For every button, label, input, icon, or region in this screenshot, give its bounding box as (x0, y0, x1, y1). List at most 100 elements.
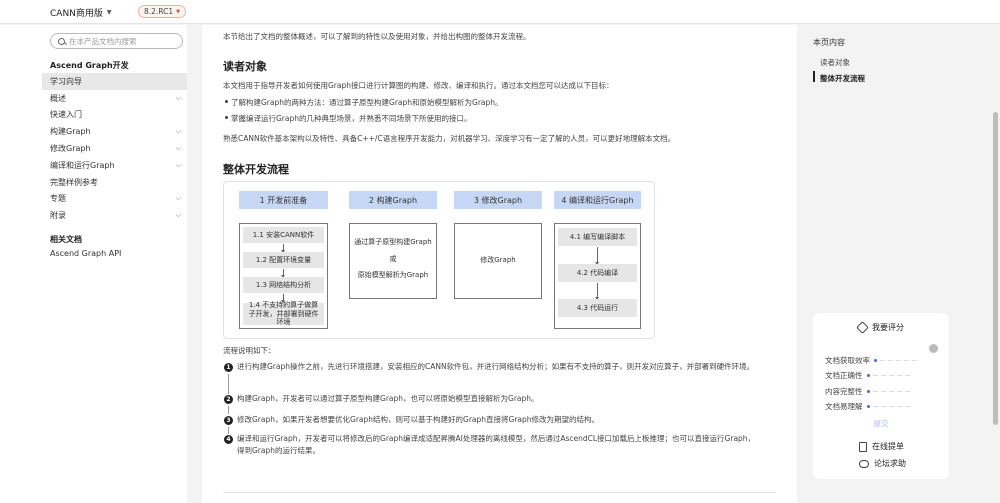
chevron-down-icon[interactable]: ⌵ (176, 161, 181, 170)
sidebar-item-label: 构建Graph (50, 127, 91, 137)
rating-label: 文档获取效率 (825, 356, 870, 365)
sidebar-item-overview[interactable]: 概述 ⌵ (42, 90, 187, 107)
step-number-3: 3 (224, 416, 233, 425)
rating-row: 文档正确性 (825, 370, 910, 381)
main-content: 本节给出了文档的整体概述，可以了解到的特性以及使用对象，并给出构图的整体开发流程… (202, 25, 797, 503)
step-number-1: 1 (224, 363, 233, 372)
product-switcher[interactable]: CANN商用版 ▼ (50, 6, 112, 19)
diagram-step: 1.1 安装CANN软件 (243, 227, 324, 243)
rating-label: 文档正确性 (825, 371, 863, 380)
online-ticket-link[interactable]: 在线提单 (859, 441, 904, 452)
sidebar-item-label: 完整样例参考 (50, 177, 98, 187)
flow-diagram: 1 开发前准备 1.1 安装CANN软件 1.2 配置环境变量 1.3 网络结构… (223, 181, 655, 339)
sidebar-section-title: Ascend Graph开发 (50, 61, 129, 70)
diagram-step: 4.1 编写编译脚本 (558, 228, 637, 246)
chevron-down-icon[interactable]: ⌵ (176, 127, 181, 136)
diagram-col-head: 4 编译和运行Graph (554, 191, 641, 209)
arrow-down-icon (281, 244, 285, 253)
goal-item: 掌握编译运行Graph的几种典型场景，并熟悉不同场景下所使用的接口。 (225, 114, 472, 123)
sidebar-item-label: 附录 (50, 211, 66, 221)
rating-slider[interactable] (874, 359, 917, 362)
rating-icon (856, 321, 869, 334)
top-bar: CANN商用版 ▼ 8.2.RC1 ▼ (0, 0, 1000, 24)
sidebar-item-build-graph[interactable]: 构建Graph ⌵ (42, 123, 187, 140)
diagram-step: 1.3 网络结构分析 (243, 277, 324, 293)
sidebar-item-compile-run[interactable]: 编译和运行Graph ⌵ (42, 157, 187, 174)
sidebar-item-learning-guide[interactable]: 学习向导 (42, 73, 187, 90)
diagram-text: 修改Graph (480, 256, 516, 264)
forum-help-link[interactable]: 论坛求助 (859, 458, 906, 469)
diagram-step: 4.2 代码编译 (558, 264, 637, 282)
arrow-down-icon (281, 269, 285, 278)
rating-toggle[interactable] (929, 344, 938, 353)
diagram-step: 1.4 不支持的算子做算子开发，并部署到硬件环境 (243, 301, 324, 326)
rating-title: 我要评分 (872, 323, 904, 332)
search-icon (58, 37, 65, 45)
rating-row: 内容完整性 (825, 386, 910, 397)
step-connector (228, 427, 229, 434)
search-placeholder: 在本产品文档内搜索 (69, 36, 137, 46)
toc-item-readers[interactable]: 读者对象 (820, 57, 850, 68)
related-docs-title: 相关文档 (50, 235, 82, 244)
sidebar-item-label: 概述 (50, 93, 66, 103)
sidebar-item-appendix[interactable]: 附录 ⌵ (42, 207, 187, 224)
diagram-text: 原始模型解析为Graph (357, 271, 429, 279)
sidebar-gutter (187, 25, 202, 503)
rating-slider[interactable] (866, 405, 910, 408)
sidebar-item-label: 编译和运行Graph (50, 160, 115, 170)
readers-heading: 读者对象 (223, 60, 267, 73)
diagram-text: 通过算子原型构建Graph (354, 238, 432, 246)
skills-text: 熟悉CANN软件基本架构以及特性、具备C++/C语言程序开发能力，对机器学习、深… (223, 134, 676, 143)
rating-slider[interactable] (866, 390, 910, 393)
scrollbar-thumb[interactable] (993, 112, 998, 425)
sidebar-item-label: 学习向导 (50, 76, 82, 86)
link-label: 论坛求助 (874, 459, 906, 468)
arrow-down-icon (595, 247, 599, 265)
sidebar-item-topics[interactable]: 专题 ⌵ (42, 191, 187, 208)
diagram-step: 4.3 代码运行 (558, 299, 637, 317)
step-description: 构建Graph，开发者可以通过算子原型构建Graph，也可以将原始模型直接解析为… (237, 394, 539, 403)
step-number-2: 2 (224, 395, 233, 404)
diagram-step: 1.2 配置环境变量 (243, 252, 324, 268)
document-icon (859, 441, 867, 452)
rating-row: 文档获取效率 (825, 355, 917, 366)
chevron-down-icon[interactable]: ⌵ (176, 144, 181, 153)
toc-item-flow[interactable]: 整体开发流程 (820, 73, 865, 84)
related-doc-link[interactable]: Ascend Graph API (50, 249, 121, 258)
sidebar-nav: 学习向导 概述 ⌵ 快速入门 构建Graph ⌵ 修改Graph ⌵ 编译和运行Gra… (42, 73, 187, 224)
diagram-col-head: 3 修改Graph (454, 191, 542, 209)
intro-text: 本节给出了文档的整体概述，可以了解到的特性以及使用对象，并给出构图的整体开发流程… (223, 32, 531, 41)
rating-card: 我要评分 文档获取效率 文档正确性 内容完整性 文档易理解 提交 在线提单 论坛… (813, 313, 949, 479)
sidebar-item-label: 快速入门 (50, 110, 82, 120)
rating-row: 文档易理解 (825, 401, 910, 412)
step-connector (228, 406, 229, 414)
version-label: 8.2.RC1 (144, 7, 174, 16)
chevron-down-icon[interactable]: ⌵ (176, 94, 181, 103)
sidebar-item-samples[interactable]: 完整样例参考 (42, 174, 187, 191)
sidebar-item-modify-graph[interactable]: 修改Graph ⌵ (42, 140, 187, 157)
diagram-col-head: 1 开发前准备 (239, 191, 328, 209)
chevron-down-icon[interactable]: ⌵ (176, 211, 181, 220)
toc-title: 本页内容 (813, 38, 845, 47)
steps-title: 流程说明如下： (223, 346, 276, 355)
step-description: 进行构建Graph操作之前，先进行环境搭建，安装相应的CANN软件包，并进行网络… (237, 362, 755, 371)
divider (223, 492, 776, 493)
submit-button[interactable]: 提交 (813, 418, 949, 429)
sidebar-item-label: 专题 (50, 194, 66, 204)
sidebar-item-quick-start[interactable]: 快速入门 (42, 107, 187, 124)
goal-item: 了解构建Graph的两种方法：通过算子原型构建Graph和原始模型解析为Grap… (225, 98, 503, 107)
search-input[interactable]: 在本产品文档内搜索 (50, 33, 183, 49)
rating-label: 文档易理解 (825, 402, 863, 411)
chevron-down-icon: ▼ (106, 9, 112, 16)
step-connector (228, 374, 229, 394)
rating-header: 我要评分 (813, 321, 949, 334)
sidebar: 在本产品文档内搜索 Ascend Graph开发 学习向导 概述 ⌵ 快速入门 构… (0, 25, 187, 503)
chat-icon (859, 459, 869, 468)
arrow-down-icon (595, 283, 599, 300)
diagram-text: 或 (389, 255, 397, 263)
product-name: CANN商用版 (50, 9, 103, 19)
diagram-col-head: 2 构建Graph (349, 191, 437, 209)
chevron-down-icon[interactable]: ⌵ (176, 194, 181, 203)
rating-slider[interactable] (866, 374, 910, 377)
version-selector[interactable]: 8.2.RC1 ▼ (138, 5, 187, 18)
